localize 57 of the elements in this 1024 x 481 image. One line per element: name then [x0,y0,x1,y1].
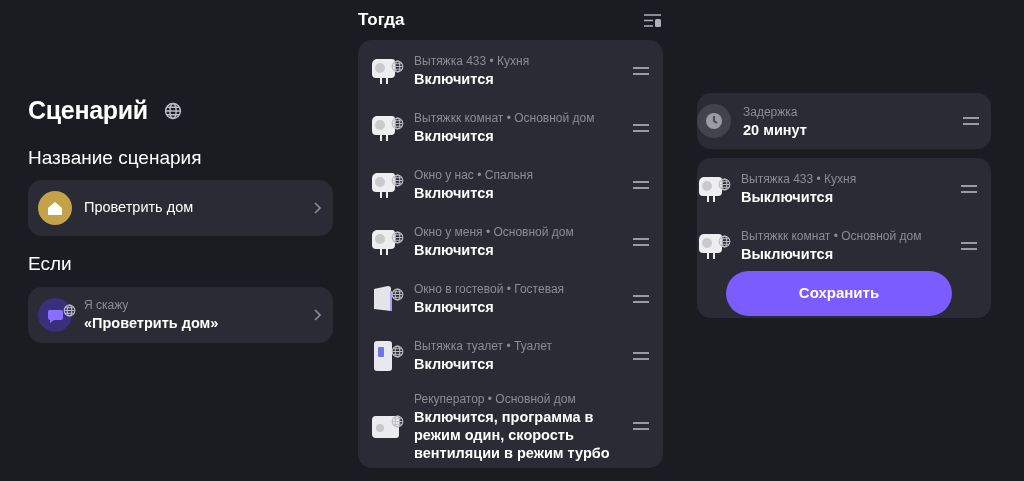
chevron-right-icon [313,202,321,214]
delay-row[interactable]: Задержка 20 минут [697,93,991,149]
globe-icon [391,59,404,73]
globe-icon [391,173,404,187]
chat-icon [38,297,72,332]
action-text: Включится [414,241,495,260]
device-location: Вытяжка 433 • Кухня [414,53,531,71]
section-title: Название сценария [28,145,203,170]
drag-handle-icon[interactable] [633,123,649,132]
action-text: Выключится [741,188,835,207]
globe-icon [391,415,404,429]
globe-icon [63,303,76,317]
globe-icon [391,344,404,358]
device-location: Вытяжкк комнат • Основной дом [741,228,923,246]
action-text: Включится [414,70,495,89]
sort-icon[interactable] [644,13,661,27]
device-location: Вытяжкк комнат • Основной дом [414,110,596,128]
device-location: Окно в гостевой • Гостевая [414,281,566,299]
drag-handle-icon[interactable] [633,66,649,75]
drag-handle-icon[interactable] [633,351,649,360]
device-location: Окно у нас • Спальня [414,167,534,185]
drag-handle-icon[interactable] [961,241,977,250]
home-icon [38,191,72,225]
chevron-right-icon [313,308,321,321]
globe-icon [718,177,731,191]
action-text: Выключится [741,245,835,264]
device-location: Вытяжка туалет • Туалет [414,338,553,356]
trigger-row[interactable]: Я скажу «Проветрить дом» [28,286,333,343]
delay-caption: Задержка [743,103,799,121]
globe-icon [718,234,731,248]
drag-handle-icon[interactable] [633,422,649,431]
device-location: Окно у меня • Основной дом [414,224,575,242]
section-title: Если [28,252,73,276]
globe-icon [163,101,182,120]
trigger-caption: Я скажу [84,297,130,315]
clock-icon [697,104,731,138]
globe-icon [391,230,404,244]
delay-value: 20 минут [743,120,808,140]
action-text: Включится [414,298,495,317]
save-button[interactable]: Сохранить [726,271,952,316]
drag-handle-icon[interactable] [961,184,977,193]
device-location: Рекуператор • Основной дом [414,391,577,408]
globe-icon [391,287,404,301]
section-title: Тогда [358,9,405,32]
action-text: Включится [414,355,495,374]
trigger-phrase: «Проветрить дом» [84,314,220,333]
globe-icon [391,116,404,130]
drag-handle-icon[interactable] [633,180,649,189]
action-text: Включится, программа в режим один, скорость вентиляции в режим турбо [414,408,611,463]
action-text: Включится [414,127,495,146]
drag-handle-icon[interactable] [633,237,649,246]
scenario-name-row[interactable]: Проветрить дом [28,180,333,236]
device-location: Вытяжка 433 • Кухня [741,171,858,189]
drag-handle-icon[interactable] [633,294,649,303]
page-title: Сценарий [28,95,148,126]
drag-handle-icon[interactable] [963,117,979,125]
action-text: Включится [414,184,495,203]
